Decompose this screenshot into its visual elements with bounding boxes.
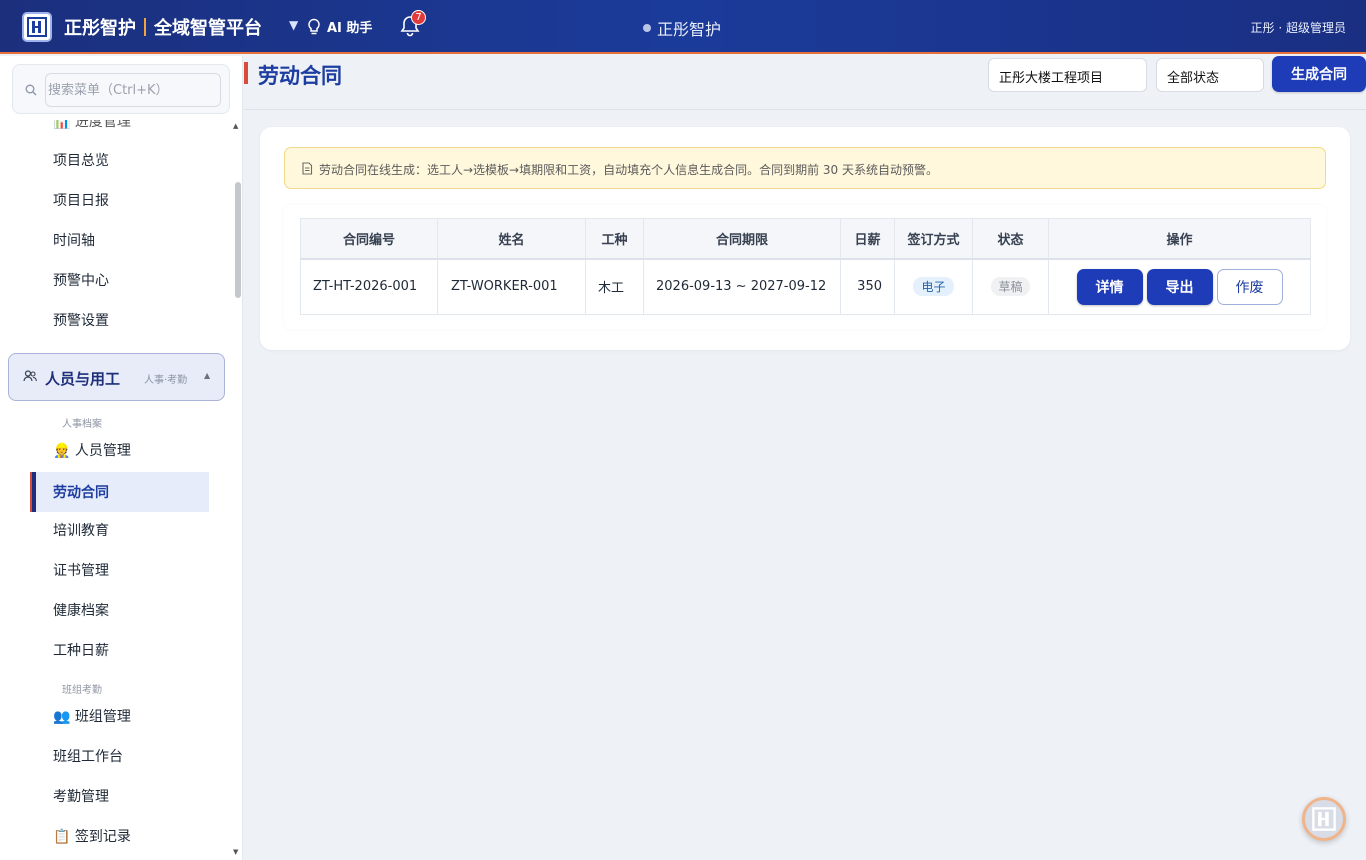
- sidebar-item-alert-settings[interactable]: 预警设置: [53, 311, 109, 331]
- sidebar-group-sub: 人事·考勤: [144, 375, 188, 386]
- document-icon: [302, 162, 313, 175]
- column-header-sign-method: 签订方式: [894, 218, 973, 260]
- sidebar-search: [12, 64, 230, 114]
- table-header-row: 合同编号 姓名 工种 合同期限 日薪 签订方式 状态 操作: [300, 218, 1311, 260]
- sign-method-badge: 电子: [913, 277, 954, 297]
- ai-assistant-label: AI 助手: [327, 21, 373, 36]
- center-title: 正彤智护: [643, 16, 721, 40]
- sidebar-group-personnel[interactable]: 人员与用工 人事·考勤 ▲: [8, 353, 225, 401]
- sidebar-item-progress[interactable]: 📊 进度管理: [53, 120, 131, 132]
- search-icon: [25, 84, 37, 96]
- sidebar-item-alert-center[interactable]: 预警中心: [53, 271, 109, 291]
- column-header-name: 姓名: [437, 218, 586, 260]
- cell-trade: 木工: [585, 258, 644, 315]
- brand-title: 正彤智护 全域智管平台: [64, 14, 262, 40]
- platform-dropdown-icon[interactable]: ▼: [289, 18, 298, 32]
- page-title: 劳动合同: [258, 64, 342, 88]
- export-button[interactable]: 导出: [1146, 268, 1213, 305]
- app-logo-icon: [1312, 807, 1336, 831]
- status-dot-icon: [643, 24, 651, 32]
- void-button[interactable]: 作废: [1216, 268, 1283, 305]
- status-badge: 草稿: [991, 277, 1030, 297]
- cell-contract-no: ZT-HT-2026-001: [300, 258, 438, 315]
- cell-actions: 详情 导出 作废: [1048, 258, 1311, 315]
- scroll-up-icon[interactable]: ▲: [233, 122, 238, 130]
- project-select[interactable]: 正彤大楼工程项目: [988, 58, 1147, 92]
- sidebar-item-project-daily[interactable]: 项目日报: [53, 191, 109, 211]
- sidebar: ▲ ▼ 📊 进度管理 项目总览 项目日报 时间轴 预警中心 预警设置 人员与用工…: [0, 56, 243, 860]
- platform-name: 全域智管平台: [154, 18, 262, 39]
- notice-banner: 劳动合同在线生成：选工人→选模板→填期限和工资，自动填充个人信息生成合同。合同到…: [284, 147, 1326, 189]
- sidebar-item-staff[interactable]: 👷 人员管理: [53, 441, 131, 461]
- sidebar-item-label: 劳动合同: [53, 485, 109, 501]
- notice-text: 劳动合同在线生成：选工人→选模板→填期限和工资，自动填充个人信息生成合同。合同到…: [319, 163, 939, 177]
- main-header: 劳动合同 正彤大楼工程项目 全部状态 生成合同: [244, 56, 1366, 110]
- table-row: ZT-HT-2026-001 ZT-WORKER-001 木工 2026-09-…: [300, 258, 1311, 315]
- sidebar-item-labor-contract[interactable]: 劳动合同: [32, 472, 209, 512]
- column-header-actions: 操作: [1048, 218, 1311, 260]
- search-input[interactable]: [45, 73, 221, 107]
- user-label[interactable]: 正彤 · 超级管理员: [1251, 19, 1346, 36]
- sidebar-group-label: 人员与用工: [45, 370, 121, 388]
- column-header-period: 合同期限: [643, 218, 841, 260]
- column-header-contract-no: 合同编号: [300, 218, 438, 260]
- row-actions: 详情 导出 作废: [1049, 268, 1310, 305]
- sidebar-item-checkin-records[interactable]: 📋 签到记录: [53, 827, 131, 847]
- column-header-status: 状态: [972, 218, 1049, 260]
- scroll-down-icon[interactable]: ▼: [233, 848, 238, 856]
- cell-period: 2026-09-13 ~ 2027-09-12: [643, 258, 841, 315]
- brand-name: 正彤智护: [64, 18, 136, 39]
- column-header-daily-wage: 日薪: [840, 218, 895, 260]
- status-select[interactable]: 全部状态: [1156, 58, 1264, 92]
- content-card: 劳动合同在线生成：选工人→选模板→填期限和工资，自动填充个人信息生成合同。合同到…: [260, 127, 1350, 350]
- sidebar-item-health[interactable]: 健康档案: [53, 601, 109, 621]
- sidebar-item-training[interactable]: 培训教育: [53, 521, 109, 541]
- contract-table-wrapper: 合同编号 姓名 工种 合同期限 日薪 签订方式 状态 操作 ZT-HT-2026…: [284, 205, 1326, 329]
- notification-badge: 7: [411, 10, 426, 25]
- contract-table: 合同编号 姓名 工种 合同期限 日薪 签订方式 状态 操作 ZT-HT-2026…: [300, 218, 1311, 315]
- sidebar-item-timeline[interactable]: 时间轴: [53, 231, 95, 251]
- column-header-trade: 工种: [585, 218, 644, 260]
- sidebar-item-daily-wage[interactable]: 工种日薪: [53, 641, 109, 661]
- section-label-hr: 人事档案: [62, 419, 102, 430]
- cell-name: ZT-WORKER-001: [437, 258, 586, 315]
- cell-daily-wage: 350: [840, 258, 895, 315]
- title-accent-bar: [244, 62, 248, 84]
- lightbulb-icon: [308, 18, 320, 34]
- sidebar-item-team-workbench[interactable]: 班组工作台: [53, 747, 123, 767]
- cell-status: 草稿: [972, 258, 1049, 315]
- sidebar-item-team-management[interactable]: 👥 班组管理: [53, 707, 131, 727]
- ai-assistant-button[interactable]: AI 助手: [306, 17, 372, 36]
- app-logo-icon[interactable]: [22, 12, 52, 42]
- cell-sign-method: 电子: [894, 258, 973, 315]
- sidebar-scrollbar-thumb[interactable]: [235, 182, 241, 298]
- section-label-team: 班组考勤: [62, 685, 102, 696]
- brand-divider: [144, 18, 146, 36]
- generate-contract-button[interactable]: 生成合同: [1272, 56, 1366, 92]
- top-bar: 正彤智护 全域智管平台 ▼ AI 助手 7 正彤智护 正彤 · 超级管理员: [0, 0, 1366, 54]
- floating-assistant-button[interactable]: [1302, 797, 1346, 841]
- sidebar-item-attendance[interactable]: 考勤管理: [53, 787, 109, 807]
- center-title-text: 正彤智护: [657, 20, 722, 39]
- chevron-up-icon: ▲: [204, 371, 211, 380]
- sidebar-item-project-overview[interactable]: 项目总览: [53, 151, 109, 171]
- sidebar-item-certificates[interactable]: 证书管理: [53, 561, 109, 581]
- detail-button[interactable]: 详情: [1076, 268, 1143, 305]
- users-icon: [23, 370, 37, 382]
